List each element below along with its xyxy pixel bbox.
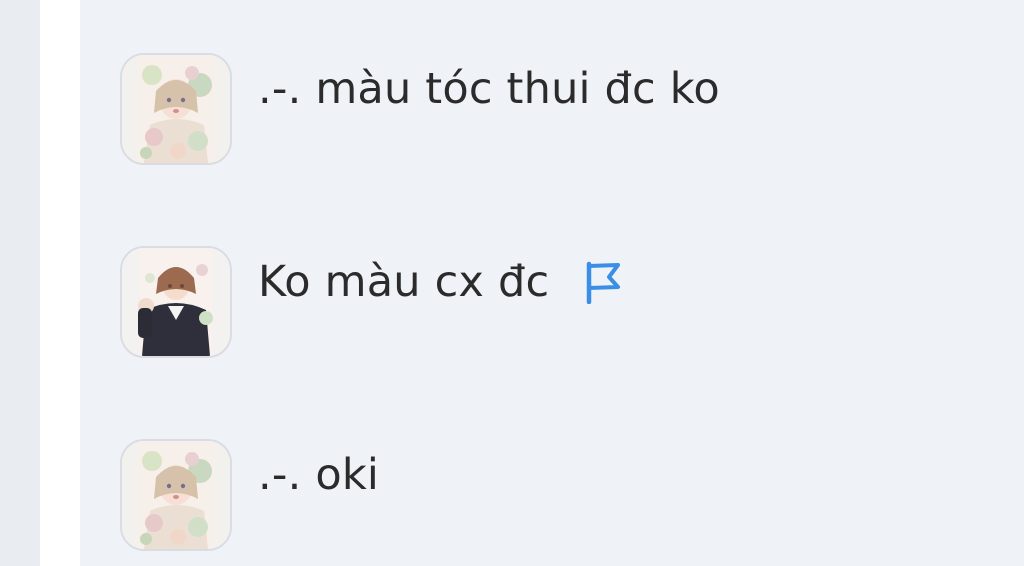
avatar[interactable] — [120, 53, 232, 165]
comment-body: .-. màu tóc thui đc ko — [258, 63, 720, 114]
comment-thread-page: .-. màu tóc thui đc ko Ko màu cx đc .-. … — [0, 0, 1024, 566]
comment-item: .-. oki — [120, 439, 379, 551]
comment-text: .-. màu tóc thui đc ko — [258, 63, 720, 114]
anime-girl-flowers-avatar-image — [122, 55, 230, 163]
avatar[interactable] — [120, 246, 232, 358]
left-gutter — [0, 0, 40, 566]
comments-panel: .-. màu tóc thui đc ko Ko màu cx đc .-. … — [80, 0, 1024, 566]
comment-body: .-. oki — [258, 449, 380, 500]
comment-text: Ko màu cx đc — [258, 256, 550, 307]
avatar[interactable] — [120, 439, 232, 551]
report-flag-icon[interactable] — [583, 260, 623, 304]
comment-text: .-. oki — [258, 449, 380, 500]
anime-girl-dark-uniform-avatar-image — [122, 248, 230, 356]
anime-girl-flowers-avatar-image — [122, 441, 230, 549]
comment-body: Ko màu cx đc — [258, 260, 623, 304]
comment-item: .-. màu tóc thui đc ko — [120, 53, 720, 165]
comment-item: Ko màu cx đc — [120, 246, 623, 358]
